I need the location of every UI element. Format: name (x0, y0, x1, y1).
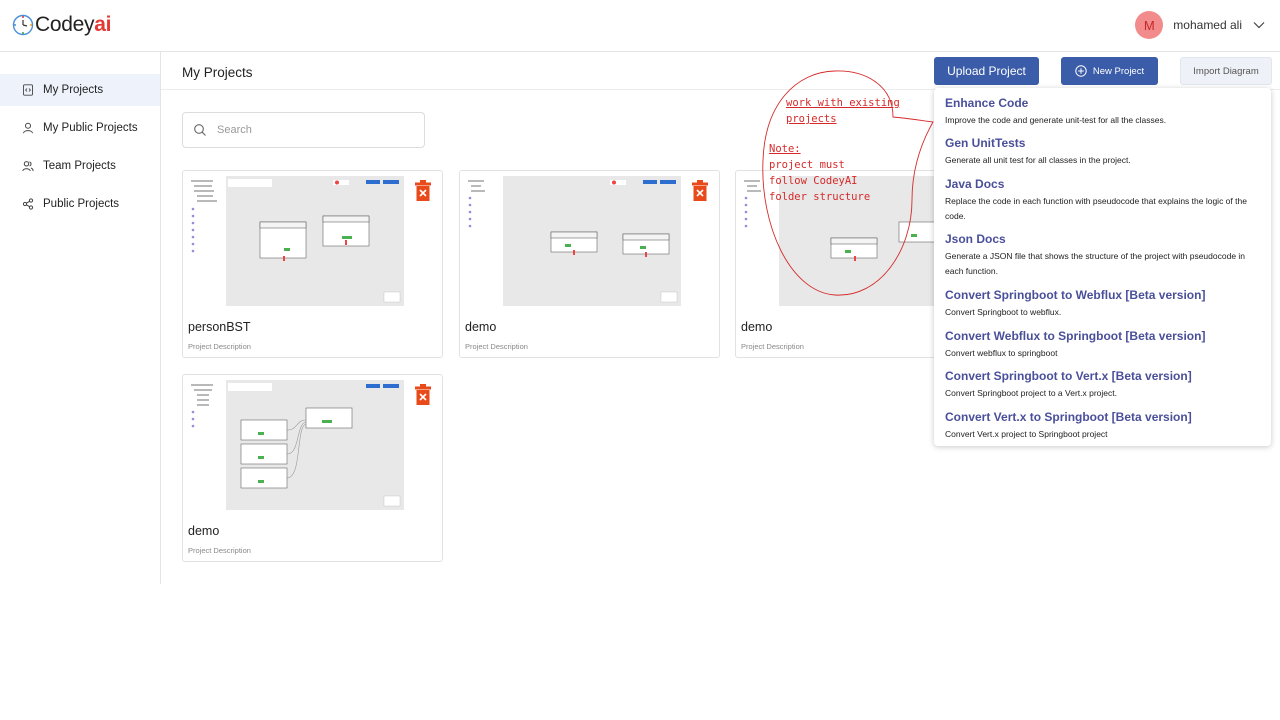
diagram-preview (465, 176, 681, 306)
page-title: My Projects (182, 65, 253, 80)
menu-item-description: Replace the code in each function with p… (945, 196, 1247, 221)
sidebar-item-label: My Public Projects (43, 122, 138, 134)
clock-logo-icon (12, 14, 34, 36)
avatar[interactable]: M (1135, 11, 1164, 39)
menu-item-title: Convert Vert.x to Springboot [Beta versi… (945, 410, 1192, 424)
user-menu[interactable]: M mohamed ali (1135, 11, 1266, 39)
project-thumbnail[interactable] (465, 176, 681, 306)
menu-item-enhance-code[interactable]: Enhance Code Improve the code and genera… (945, 96, 1265, 128)
delete-project-icon[interactable] (692, 180, 708, 201)
project-description: Project Description (188, 342, 251, 351)
project-description: Project Description (741, 342, 804, 351)
project-card[interactable]: personBST Project Description (182, 170, 443, 358)
sidebar-item-public-projects[interactable]: Public Projects (0, 188, 160, 220)
top-bar: Codeyai M mohamed ali (0, 0, 1280, 52)
menu-item-springboot-to-webflux[interactable]: Convert Springboot to Webflux [Beta vers… (945, 288, 1265, 320)
user-name[interactable]: mohamed ali (1173, 18, 1242, 32)
project-thumbnail[interactable] (188, 380, 404, 510)
upload-project-button[interactable]: Upload Project (934, 57, 1039, 85)
brand-suffix: ai (94, 13, 112, 36)
import-diagram-button[interactable]: Import Diagram (1180, 57, 1272, 85)
annotation-line-2: projects (786, 113, 837, 125)
menu-item-description: Improve the code and generate unit-test … (945, 115, 1167, 125)
project-title[interactable]: demo (188, 524, 219, 538)
project-description: Project Description (188, 546, 251, 555)
search-icon (194, 124, 206, 136)
project-title[interactable]: demo (465, 320, 496, 334)
sidebar-item-my-projects[interactable]: My Projects (0, 74, 160, 106)
new-project-label: New Project (1092, 65, 1145, 77)
menu-item-vertx-to-springboot[interactable]: Convert Vert.x to Springboot [Beta versi… (945, 410, 1265, 442)
menu-item-title: Convert Webflux to Springboot [Beta vers… (945, 329, 1206, 343)
annotation-note-label: Note: (769, 143, 801, 155)
diagram-preview (188, 380, 404, 510)
menu-item-title: Java Docs (945, 177, 1005, 191)
menu-item-title: Convert Springboot to Webflux [Beta vers… (945, 288, 1206, 302)
annotation-line-1: work with existing (786, 97, 900, 109)
project-thumbnail[interactable] (741, 176, 957, 306)
menu-item-description: Convert Vert.x project to Springboot pro… (945, 429, 1108, 439)
sidebar-item-team-projects[interactable]: Team Projects (0, 150, 160, 182)
project-description: Project Description (465, 342, 528, 351)
project-thumbnail[interactable] (188, 176, 404, 306)
menu-item-springboot-to-vertx[interactable]: Convert Springboot to Vert.x [Beta versi… (945, 369, 1265, 401)
delete-project-icon[interactable] (415, 180, 431, 201)
menu-item-description: Convert Springboot project to a Vert.x p… (945, 388, 1117, 398)
project-card[interactable]: demo Project Description (182, 374, 443, 562)
menu-item-title: Gen UnitTests (945, 136, 1026, 150)
project-title[interactable]: personBST (188, 320, 251, 334)
new-project-dropdown: Enhance Code Improve the code and genera… (934, 88, 1271, 446)
sidebar-item-my-public-projects[interactable]: My Public Projects (0, 112, 160, 144)
menu-item-gen-unittests[interactable]: Gen UnitTests Generate all unit test for… (945, 136, 1265, 168)
code-file-icon (23, 84, 33, 96)
menu-item-description: Convert webflux to springboot (945, 348, 1058, 358)
user-icon (23, 122, 33, 134)
menu-item-description: Convert Springboot to webflux. (945, 307, 1062, 317)
menu-item-title: Json Docs (945, 232, 1006, 246)
menu-item-title: Enhance Code (945, 96, 1029, 110)
project-title[interactable]: demo (741, 320, 772, 334)
logo[interactable]: Codeyai (12, 11, 111, 39)
sidebar: My Projects My Public Projects Team Proj… (0, 52, 161, 584)
diagram-preview (741, 176, 957, 306)
menu-item-description: Generate a JSON file that shows the stru… (945, 251, 1246, 276)
menu-item-description: Generate all unit test for all classes i… (945, 155, 1131, 165)
plus-circle-icon (1075, 65, 1087, 77)
menu-item-java-docs[interactable]: Java Docs Replace the code in each funct… (945, 177, 1265, 224)
project-card[interactable]: demo Project Description (459, 170, 720, 358)
brand-name: Codey (35, 13, 95, 36)
diagram-preview (188, 176, 404, 306)
search-input[interactable] (217, 124, 407, 136)
chevron-down-icon[interactable] (1252, 18, 1266, 32)
menu-item-title: Convert Springboot to Vert.x [Beta versi… (945, 369, 1192, 383)
share-icon (22, 198, 34, 210)
menu-item-json-docs[interactable]: Json Docs Generate a JSON file that show… (945, 232, 1265, 279)
delete-project-icon[interactable] (415, 384, 431, 405)
sidebar-item-label: Team Projects (43, 160, 116, 172)
menu-item-webflux-to-springboot[interactable]: Convert Webflux to Springboot [Beta vers… (945, 329, 1265, 361)
team-icon (22, 161, 34, 172)
new-project-button[interactable]: New Project (1061, 57, 1158, 85)
sidebar-item-label: My Projects (43, 84, 104, 96)
search-box[interactable] (182, 112, 425, 148)
sidebar-item-label: Public Projects (43, 198, 120, 210)
